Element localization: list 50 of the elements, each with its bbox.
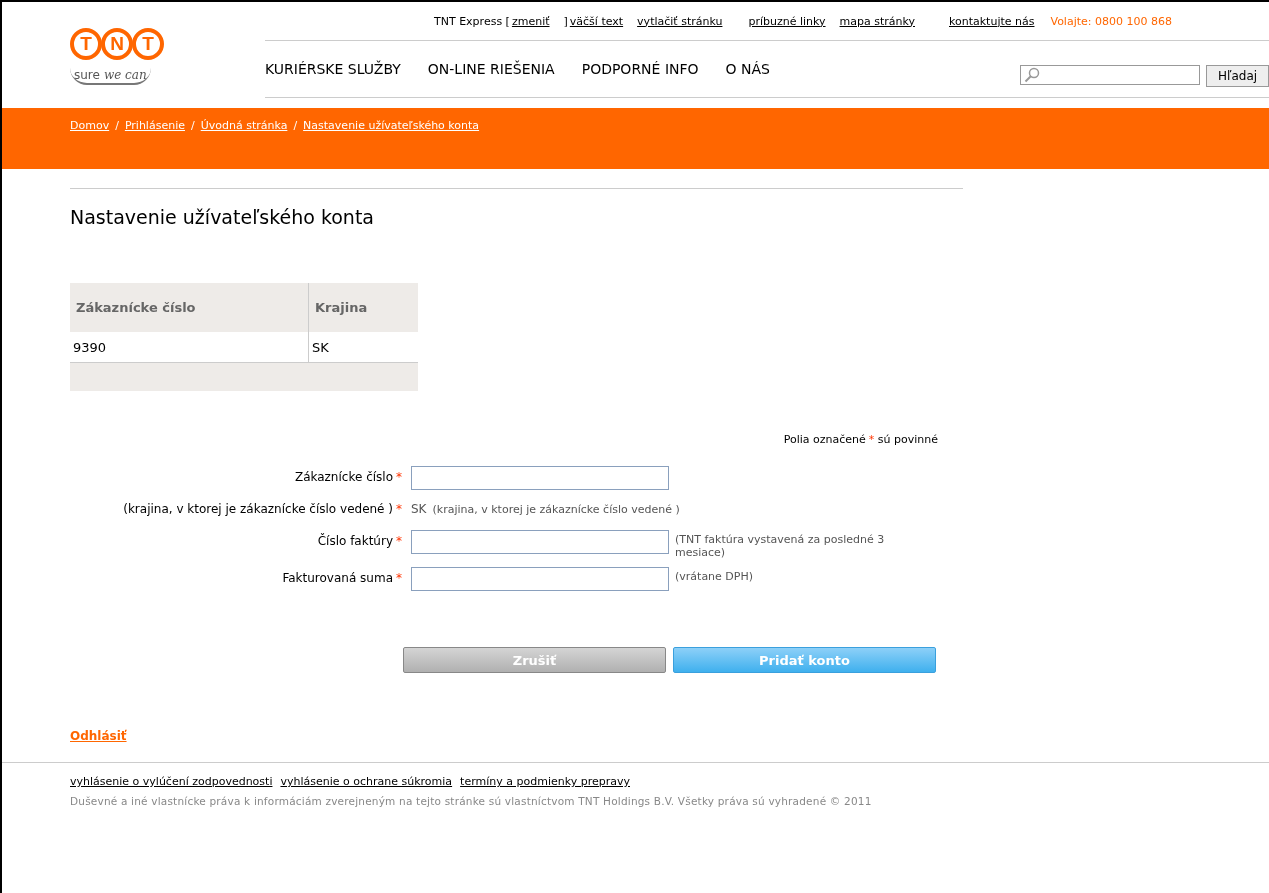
phone-number: Volajte: 0800 100 868	[1050, 14, 1172, 28]
table-cell: 9390	[70, 332, 309, 363]
logo-tagline-script: we can	[103, 68, 147, 82]
search-button[interactable]: Hľadaj	[1206, 65, 1269, 87]
top-link[interactable]: mapa stránky	[839, 14, 915, 28]
table-cell: SK	[308, 332, 418, 363]
required-mark: *	[396, 470, 402, 484]
required-mark: *	[396, 502, 402, 516]
field-label: Zákaznícke číslo	[294, 470, 393, 484]
field-hint: (vrátane DPH)	[675, 569, 755, 583]
field-hint: (TNT faktúra vystavená za posledné 3 mesiace)	[675, 532, 886, 559]
field-value: SK	[411, 501, 427, 516]
site-label: TNT Express [	[434, 14, 510, 28]
footer-link[interactable]: vyhlásenie o ochrane súkromia	[280, 775, 453, 788]
search-icon	[1024, 67, 1040, 83]
logo-letter: T	[132, 28, 164, 60]
site-label: ]	[563, 14, 568, 28]
table-header: Krajina	[308, 283, 418, 332]
nav-item[interactable]: O NÁS	[725, 61, 770, 77]
field-label: (krajina, v ktorej je zákaznícke číslo vedené )	[123, 502, 393, 516]
breadcrumb-separator: /	[115, 119, 119, 132]
logo[interactable]: T N T sure we can	[70, 2, 195, 108]
required-note: Polia označené * sú povinné	[782, 433, 938, 446]
field-label: Číslo faktúry	[317, 534, 393, 548]
footer-link[interactable]: vyhlásenie o vylúčení zodpovednosti	[70, 775, 273, 788]
logo-letter: N	[101, 28, 133, 60]
nav-item[interactable]: ON-LINE RIEŠENIA	[427, 61, 555, 77]
top-link[interactable]: vytlačiť stránku	[637, 14, 723, 28]
nav-item[interactable]: PODPORNÉ INFO	[581, 61, 699, 77]
required-mark: *	[396, 571, 402, 585]
input-field[interactable]	[411, 530, 669, 554]
breadcrumb-separator: /	[190, 119, 195, 132]
logo-tagline: sure	[74, 68, 100, 82]
field-label: Fakturovaná suma	[282, 571, 393, 585]
logo-letter: T	[70, 28, 102, 60]
top-link[interactable]: kontaktujte nás	[949, 14, 1035, 28]
top-link[interactable]: príbuzné linky	[748, 14, 826, 28]
top-link[interactable]: zmeniť	[511, 14, 550, 28]
page-title: Nastavenie užívateľského konta	[70, 206, 375, 228]
copyright-text: Duševné a iné vlastnícke práva k informáciám zverejneným na tejto stránke sú vlastníctvom TNT Holdings B.V. Všetky práva sú vyhradené © 2011	[70, 795, 873, 807]
breadcrumb-separator: /	[293, 119, 298, 132]
nav-item[interactable]: KURIÉRSKE SLUŽBY	[265, 61, 401, 77]
input-field[interactable]	[411, 466, 669, 490]
top-link[interactable]: väčší text	[569, 14, 624, 28]
search-field[interactable]	[1020, 65, 1200, 85]
table-header: Zákaznícke číslo	[70, 283, 309, 332]
required-mark: *	[396, 534, 402, 548]
field-hint: (krajina, v ktorej je zákaznícke číslo vedené )	[432, 502, 680, 516]
input-field[interactable]	[411, 567, 669, 591]
footer-link[interactable]: termíny a podmienky prepravy	[460, 775, 630, 788]
